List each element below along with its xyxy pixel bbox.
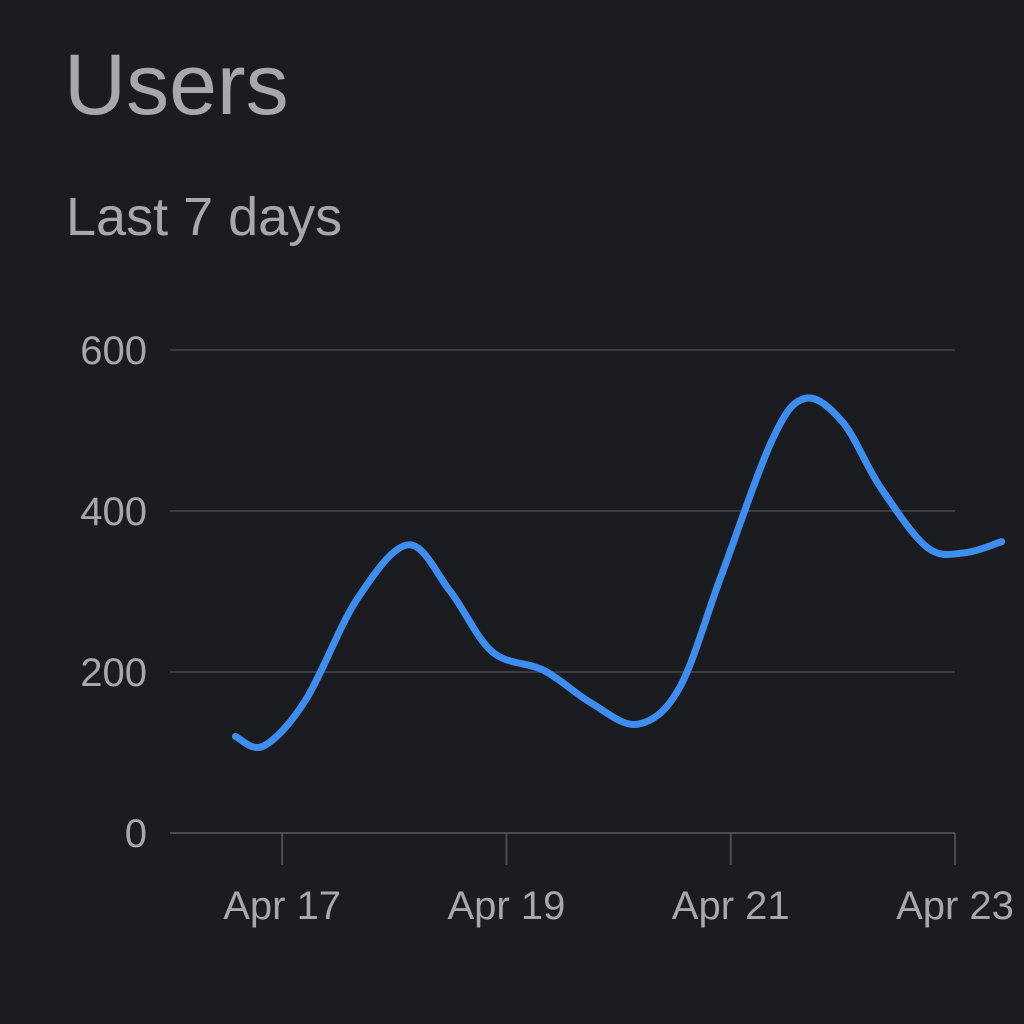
series-layer — [231, 394, 1006, 751]
series-line-0 — [231, 394, 1006, 751]
y-tick-label: 600 — [80, 329, 147, 373]
users-chart-card: Users Last 7 days 0 200 400 600 Apr 17 Apr 19… — [0, 0, 1024, 1024]
x-tick-label: Apr 19 — [447, 884, 565, 928]
x-tick-label: Apr 23 — [896, 884, 1014, 928]
y-tick-label: 0 — [125, 812, 147, 856]
users-line-chart: 0 200 400 600 Apr 17 Apr 19 Apr 21 Apr 23 — [80, 329, 1014, 928]
x-tick-label: Apr 17 — [223, 884, 341, 928]
y-tick-label: 400 — [80, 490, 147, 534]
y-tick-label: 200 — [80, 651, 147, 695]
grid-layer — [170, 349, 955, 834]
axis-layer: 0 200 400 600 Apr 17 Apr 19 Apr 21 Apr 23 — [80, 329, 1014, 928]
x-tick-label: Apr 21 — [672, 884, 790, 928]
